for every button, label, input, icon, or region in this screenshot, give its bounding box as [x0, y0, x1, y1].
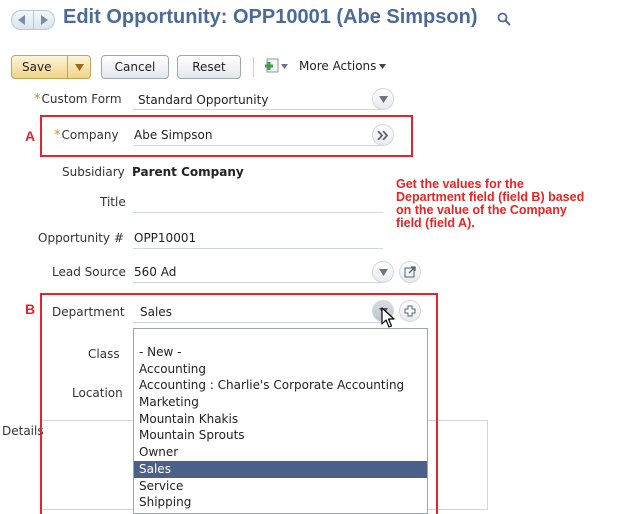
custom-form-dropdown-button[interactable]	[372, 88, 394, 110]
next-record-button[interactable]	[34, 11, 55, 29]
lead-source-dropdown-button[interactable]	[372, 261, 394, 283]
toolbar-divider	[253, 57, 254, 77]
lead-source-field[interactable]: 560 Ad	[134, 265, 176, 279]
save-label: Save	[22, 60, 52, 74]
title-bar: Edit Opportunity: OPP10001 (Abe Simpson)	[0, 0, 639, 40]
chevron-down-icon	[378, 95, 388, 103]
page-title: Edit Opportunity: OPP10001 (Abe Simpson)	[63, 6, 478, 28]
opportunity-number-input[interactable]: OPP10001	[134, 231, 196, 245]
company-field[interactable]: Abe Simpson	[134, 128, 212, 142]
record-navigation	[11, 10, 55, 30]
lead-source-open-button[interactable]	[399, 261, 421, 283]
title-label: Title	[100, 195, 126, 209]
marker-a: A	[25, 128, 36, 144]
reset-button[interactable]: Reset	[177, 55, 241, 79]
caret-down-icon	[75, 63, 84, 71]
arrow-right-icon	[40, 15, 48, 25]
note-line: field (field A).	[396, 216, 475, 230]
field-b-highlight	[40, 293, 438, 514]
new-record-icon[interactable]	[263, 58, 279, 75]
company-list-button[interactable]	[372, 124, 394, 146]
more-actions-menu[interactable]: More Actions	[299, 59, 387, 73]
details-label: Details	[2, 424, 44, 438]
subsidiary-value: Parent Company	[132, 165, 244, 179]
custom-form-field[interactable]: Standard Opportunity	[138, 93, 268, 107]
chevron-down-icon	[379, 63, 387, 69]
annotation-note: Get the values for the Department field …	[396, 178, 636, 230]
save-button[interactable]: Save	[11, 55, 91, 79]
lead-source-label: Lead Source	[52, 265, 126, 279]
previous-record-button[interactable]	[12, 11, 33, 29]
required-star-icon: *	[54, 128, 61, 143]
company-label: *Company	[54, 128, 119, 143]
arrow-left-icon	[18, 15, 26, 25]
marker-b: B	[25, 301, 36, 317]
custom-form-label: *Custom Form	[34, 92, 122, 107]
chevron-down-icon[interactable]	[281, 64, 288, 69]
open-record-icon	[404, 266, 416, 278]
cancel-button[interactable]: Cancel	[101, 55, 169, 79]
required-star-icon: *	[34, 92, 41, 107]
opportunity-number-label: Opportunity #	[38, 231, 124, 245]
chevron-down-icon	[378, 268, 388, 276]
double-chevron-right-icon	[377, 130, 389, 140]
save-options-dropdown[interactable]	[67, 56, 91, 78]
subsidiary-label: Subsidiary	[62, 165, 125, 179]
more-actions-label: More Actions	[299, 59, 377, 73]
search-icon[interactable]	[497, 12, 511, 26]
mouse-cursor-icon	[381, 307, 395, 328]
title-input[interactable]	[134, 195, 384, 211]
